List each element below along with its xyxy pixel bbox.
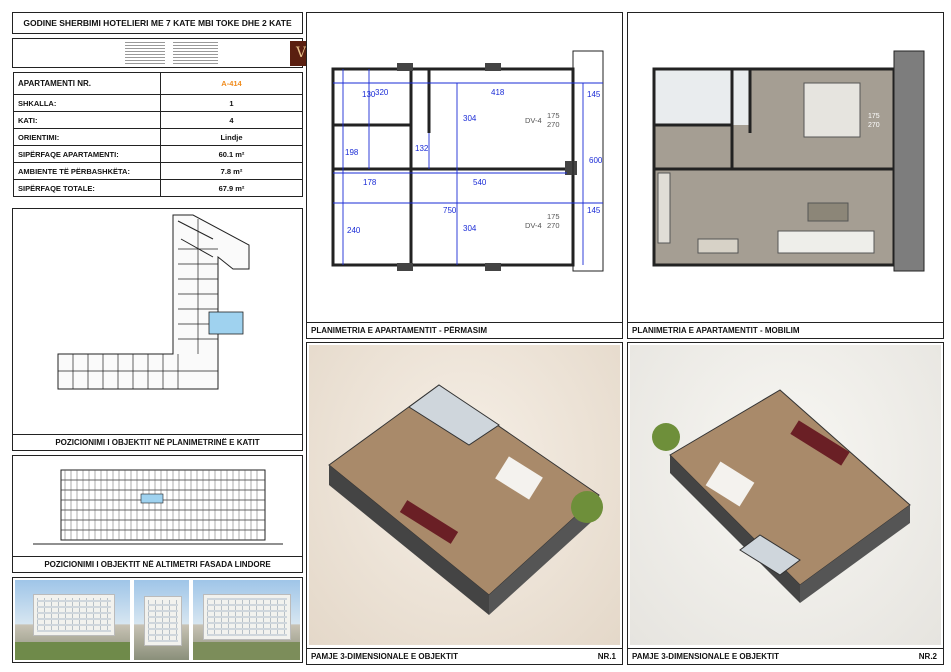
row-value: 67.9 m² (160, 179, 303, 197)
dim-label: 132 (415, 144, 429, 153)
floor-position-panel: POZICIONIMI I OBJEKTIT NË PLANIMETRINË E… (12, 208, 303, 451)
row-label: SIPËRFAQE TOTALE: (13, 179, 161, 197)
dimension-floor-plan: 130 320 418 145 304 132 198 178 540 600 … (331, 50, 604, 272)
dim-label: 320 (375, 88, 389, 97)
window-tag: 270 (547, 221, 560, 230)
dim-label: 418 (491, 88, 505, 97)
dimension-plan-panel: 130 320 418 145 304 132 198 178 540 600 … (306, 12, 623, 339)
render-3d-2 (630, 345, 941, 645)
logo-strip: V (12, 38, 312, 68)
render-3d-1 (309, 345, 620, 645)
view1-number: NR.1 (597, 652, 616, 661)
dim-label: 304 (463, 224, 477, 233)
row-label: KATI: (13, 111, 161, 129)
dim-label: 600 (589, 156, 603, 165)
view1-panel: PAMJE 3-DIMENSIONALE E OBJEKTIT NR.1 (306, 342, 623, 665)
apartment-code: A-414 (160, 72, 303, 95)
tv-unit (807, 202, 849, 222)
floor-position-caption: POZICIONIMI I OBJEKTIT NË PLANIMETRINË E… (13, 434, 302, 450)
window-tag: 270 (868, 122, 880, 129)
dim-label: 240 (347, 226, 361, 235)
exterior-render-2 (134, 580, 189, 660)
apartment-info-table: APARTAMENTI NR. A-414 SHKALLA: 1 KATI: 4 O… (13, 72, 303, 197)
furnished-floor-plan: 175 270 (652, 50, 925, 272)
row-value: 1 (160, 94, 303, 112)
view2-panel: PAMJE 3-DIMENSIONALE E OBJEKTIT NR.2 (627, 342, 944, 665)
bed (803, 82, 861, 138)
facade-elevation (33, 469, 283, 545)
exterior-render-3 (193, 580, 300, 660)
row-label: SIPËRFAQE APARTAMENTI: (13, 145, 161, 163)
row-label: SHKALLA: (13, 94, 161, 112)
highlighted-apartment (208, 311, 244, 335)
row-label: ORIENTIMI: (13, 128, 161, 146)
dim-label: 145 (587, 90, 601, 99)
exterior-render-1 (15, 580, 130, 660)
door-tag: DV-4 (525, 116, 542, 125)
facade-position-panel: POZICIONIMI I OBJEKTIT NË ALTIMETRI FASA… (12, 455, 303, 573)
row-value: Lindje (160, 128, 303, 146)
dim-label: 304 (463, 114, 477, 123)
dim-label: 540 (473, 178, 487, 187)
row-value: 4 (160, 111, 303, 129)
highlighted-facade-unit (140, 493, 164, 504)
project-info-text (173, 42, 218, 64)
kitchen-counter (657, 172, 671, 244)
floor-key-plan (57, 214, 250, 390)
view2-number: NR.2 (918, 652, 937, 661)
sofa (777, 230, 875, 254)
apartment-label: APARTAMENTI NR. (13, 72, 161, 95)
dining-table (697, 238, 739, 254)
header-box: GODINE SHERBIMI HOTELIERI ME 7 KATE MBI … (12, 12, 303, 48)
view1-caption: PAMJE 3-DIMENSIONALE E OBJEKTIT NR.1 (307, 648, 622, 664)
view2-caption: PAMJE 3-DIMENSIONALE E OBJEKTIT NR.2 (628, 648, 943, 664)
dimension-plan-caption: PLANIMETRIA E APARTAMENTIT - PËRMASIM (307, 322, 622, 338)
dim-label: 178 (363, 178, 377, 187)
dim-label: 198 (345, 148, 359, 157)
renders-strip (12, 577, 303, 663)
furniture-plan-panel: 175 270 PLANIMETRIA E APARTAMENTIT - MOB… (627, 12, 944, 339)
row-value: 60.1 m² (160, 145, 303, 163)
window-tag: 270 (547, 120, 560, 129)
door-tag: DV-4 (525, 221, 542, 230)
dim-label: 130 (362, 90, 376, 99)
window-tag: 175 (547, 111, 560, 120)
row-value: 7.8 m² (160, 162, 303, 180)
window-tag: 175 (868, 113, 880, 120)
dim-label: 145 (587, 206, 601, 215)
company-info-text (125, 42, 165, 64)
window-tag: 175 (547, 212, 560, 221)
facade-position-caption: POZICIONIMI I OBJEKTIT NË ALTIMETRI FASA… (13, 556, 302, 572)
row-label: AMBIENTE TË PËRBASHKËTA: (13, 162, 161, 180)
dim-label: 750 (443, 206, 457, 215)
furniture-plan-caption: PLANIMETRIA E APARTAMENTIT - MOBILIM (628, 322, 943, 338)
